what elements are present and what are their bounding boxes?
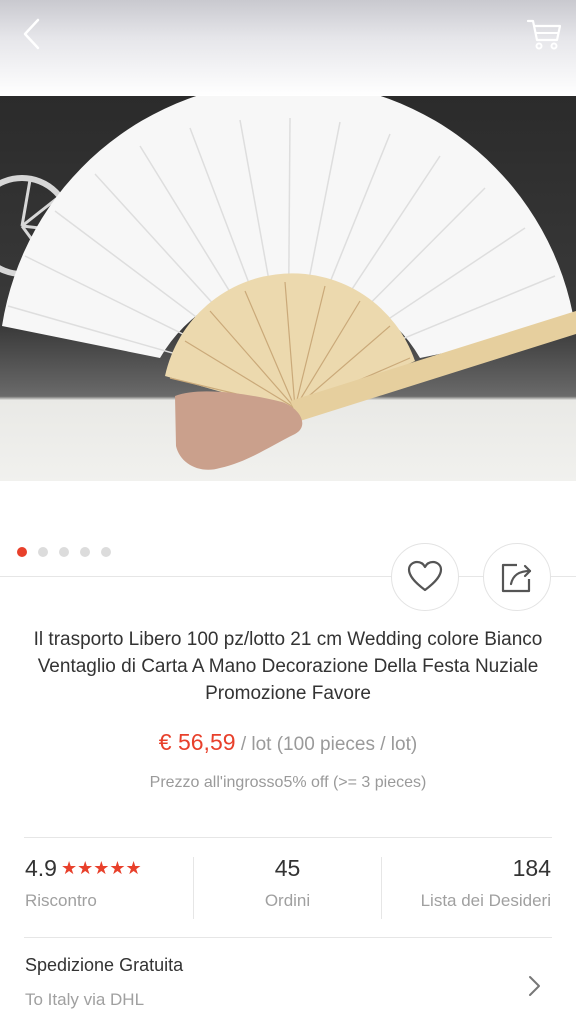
top-bar — [0, 0, 576, 96]
product-stats: 4.9 ★★★★★ Riscontro 45 Ordini 184 Lista d… — [0, 855, 576, 919]
divider — [24, 937, 552, 938]
divider — [24, 837, 552, 838]
share-icon — [501, 563, 532, 593]
carousel-dot[interactable] — [17, 547, 27, 557]
share-button[interactable] — [483, 543, 551, 611]
shipping-subtitle: To Italy via DHL — [25, 990, 145, 1009]
orders-value: 45 — [274, 855, 301, 881]
shipping-title: Spedizione Gratuita — [25, 955, 184, 975]
rating-value: 4.9 — [25, 855, 57, 881]
carousel-dots — [17, 547, 111, 557]
orders-stat[interactable]: 45 Ordini — [194, 855, 381, 919]
carousel-dot[interactable] — [59, 547, 69, 557]
chevron-right-icon[interactable] — [524, 974, 544, 998]
carousel-dot[interactable] — [80, 547, 90, 557]
chevron-left-icon — [23, 18, 40, 50]
wholesale-discount: Prezzo all'ingrosso5% off (>= 3 pieces) — [149, 774, 427, 791]
wishlist-label: Lista dei Desideri — [420, 891, 551, 910]
rating-label: Riscontro — [25, 891, 97, 910]
product-image[interactable] — [0, 96, 576, 481]
shopping-cart-icon — [526, 19, 562, 50]
product-title: Il trasporto Libero 100 pz/lotto 21 cm W… — [33, 629, 543, 704]
cart-button[interactable] — [524, 14, 564, 54]
orders-label: Ordini — [264, 891, 311, 910]
price-unit: / lot (100 pieces / lot) — [235, 734, 418, 755]
rating-stat[interactable]: 4.9 ★★★★★ Riscontro — [25, 855, 193, 919]
carousel-dot[interactable] — [38, 547, 48, 557]
wishlist-stat[interactable]: 184 Lista dei Desideri — [382, 855, 551, 919]
price-row: € 56,59 / lot (100 pieces / lot) — [0, 729, 576, 756]
stat-separator — [193, 857, 194, 919]
rating-stars: ★★★★★ — [60, 858, 142, 878]
heart-icon — [407, 560, 443, 592]
back-button[interactable] — [14, 14, 54, 54]
wishlist-button[interactable] — [391, 543, 459, 611]
stat-separator — [381, 857, 382, 919]
fan-illustration — [0, 96, 576, 470]
carousel-dot[interactable] — [101, 547, 111, 557]
price: € 56,59 — [158, 729, 236, 755]
wishlist-value: 184 — [512, 855, 551, 881]
shipping-row[interactable]: Spedizione Gratuita To Italy via DHL — [25, 955, 525, 1010]
